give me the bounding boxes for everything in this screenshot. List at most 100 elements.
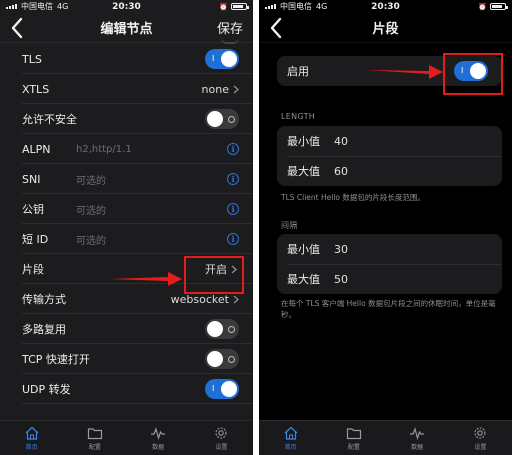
row-sni[interactable]: SNI 可选的 i [0, 164, 253, 194]
tab-label: 设置 [474, 443, 487, 451]
navigation-bar: 编辑节点 保存 [0, 13, 253, 43]
row-public-key[interactable]: 公钥 可选的 i [0, 194, 253, 224]
tab-home[interactable]: 首页 [0, 421, 63, 455]
tls-toggle[interactable]: I [205, 49, 239, 69]
home-icon [25, 426, 39, 440]
save-button[interactable]: 保存 [217, 18, 243, 37]
length-section: 最小值 40 最大值 60 [277, 126, 502, 186]
interval-min-label: 最小值 [287, 243, 320, 256]
sni-input[interactable]: 可选的 [76, 172, 106, 187]
row-multiplex[interactable]: 多路复用 [0, 314, 253, 344]
info-icon[interactable]: i [227, 143, 239, 155]
highlight-box [443, 53, 503, 95]
interval-note: 在每个 TLS 客户端 Hello 数据包片段之间的休眠时间，单位是毫秒。 [281, 299, 496, 319]
tab-label: 设置 [215, 443, 228, 451]
annotation-arrow-icon [110, 272, 182, 286]
row-udp-relay[interactable]: UDP 转发 I [0, 374, 253, 404]
length-min-label: 最小值 [287, 135, 320, 148]
length-section-header: LENGTH [281, 112, 316, 121]
edit-node-screen: 中国电信 4G 20:30 ⏰ 编辑节点 保存 TLS I XTLS none … [0, 0, 253, 455]
tab-label: 数据 [152, 443, 165, 451]
multiplex-toggle[interactable] [205, 319, 239, 339]
pulse-icon [151, 426, 166, 440]
folder-icon [87, 427, 102, 439]
row-label: XTLS [22, 82, 50, 96]
row-label: 允许不安全 [22, 113, 77, 126]
tab-label: 首页 [284, 443, 297, 451]
row-xtls[interactable]: XTLS none [0, 74, 253, 104]
info-icon[interactable]: i [227, 233, 239, 245]
row-alpn[interactable]: ALPN h2,http/1.1 i [0, 134, 253, 164]
short-id-input[interactable]: 可选的 [76, 232, 106, 247]
tab-label: 数据 [411, 443, 424, 451]
row-label: 片段 [22, 263, 44, 276]
battery-icon [231, 3, 249, 10]
chevron-right-icon [233, 295, 239, 303]
pulse-icon [410, 426, 425, 440]
tab-settings[interactable]: 设置 [190, 421, 253, 455]
length-min-input[interactable]: 40 [334, 135, 348, 148]
tab-home[interactable]: 首页 [259, 421, 322, 455]
row-label: 短 ID [22, 233, 49, 246]
tab-label: 配置 [88, 443, 101, 451]
highlight-box [184, 256, 244, 294]
fragment-screen: 中国电信 4G 20:30 ⏰ 片段 启用 I LENGTH 最小值 40 最大… [259, 0, 512, 455]
xtls-value: none [201, 82, 229, 96]
tab-bar: 首页 配置 数据 设置 [0, 420, 253, 455]
row-short-id[interactable]: 短 ID 可选的 i [0, 224, 253, 254]
row-length-min[interactable]: 最小值 40 [277, 126, 502, 156]
interval-max-label: 最大值 [287, 273, 320, 286]
tab-data[interactable]: 数据 [386, 421, 449, 455]
status-bar: 中国电信 4G 20:30 ⏰ [259, 0, 512, 13]
gear-icon [215, 426, 227, 439]
length-note: TLS Client Hello 数据包的片段长度范围。 [281, 193, 425, 202]
tab-data[interactable]: 数据 [127, 421, 190, 455]
interval-section: 最小值 30 最大值 50 [277, 234, 502, 294]
battery-icon [490, 3, 508, 10]
row-length-max[interactable]: 最大值 60 [277, 156, 502, 186]
row-label: TCP 快速打开 [22, 353, 90, 366]
length-max-input[interactable]: 60 [334, 165, 348, 178]
folder-icon [346, 427, 361, 439]
settings-list: TLS I XTLS none 允许不安全 ALPN h2,http/1.1 i… [0, 44, 253, 404]
status-time: 20:30 [371, 1, 400, 12]
tab-settings[interactable]: 设置 [449, 421, 512, 455]
annotation-arrow-icon [367, 65, 443, 79]
info-icon[interactable]: i [227, 203, 239, 215]
row-tcp-fast-open[interactable]: TCP 快速打开 [0, 344, 253, 374]
tcp-fast-open-toggle[interactable] [205, 349, 239, 369]
status-time: 20:30 [112, 1, 141, 12]
row-label: 多路复用 [22, 323, 66, 336]
tab-config[interactable]: 配置 [322, 421, 385, 455]
alpn-input[interactable]: h2,http/1.1 [76, 144, 132, 155]
udp-relay-toggle[interactable]: I [205, 379, 239, 399]
row-label: SNI [22, 172, 41, 186]
tab-label: 首页 [25, 443, 38, 451]
length-max-label: 最大值 [287, 165, 320, 178]
tab-config[interactable]: 配置 [63, 421, 126, 455]
tab-bar: 首页 配置 数据 设置 [259, 420, 512, 455]
info-icon[interactable]: i [227, 173, 239, 185]
gear-icon [474, 426, 486, 439]
allow-insecure-toggle[interactable] [205, 109, 239, 129]
row-label: UDP 转发 [22, 383, 71, 396]
row-tls[interactable]: TLS I [0, 44, 253, 74]
row-label: ALPN [22, 142, 51, 156]
chevron-right-icon [233, 85, 239, 93]
row-label: 传输方式 [22, 293, 66, 306]
transport-value: websocket [170, 292, 229, 306]
row-interval-max[interactable]: 最大值 50 [277, 264, 502, 294]
interval-max-input[interactable]: 50 [334, 273, 348, 286]
row-label: TLS [22, 52, 42, 66]
status-bar: 中国电信 4G 20:30 ⏰ [0, 0, 253, 13]
row-interval-min[interactable]: 最小值 30 [277, 234, 502, 264]
interval-min-input[interactable]: 30 [334, 243, 348, 256]
home-icon [284, 426, 298, 440]
row-allow-insecure[interactable]: 允许不安全 [0, 104, 253, 134]
interval-section-header: 间隔 [281, 221, 298, 230]
page-title: 编辑节点 [100, 22, 153, 37]
row-label: 公钥 [22, 203, 44, 216]
enable-label: 启用 [287, 65, 309, 78]
tab-label: 配置 [347, 443, 360, 451]
public-key-input[interactable]: 可选的 [76, 202, 106, 217]
